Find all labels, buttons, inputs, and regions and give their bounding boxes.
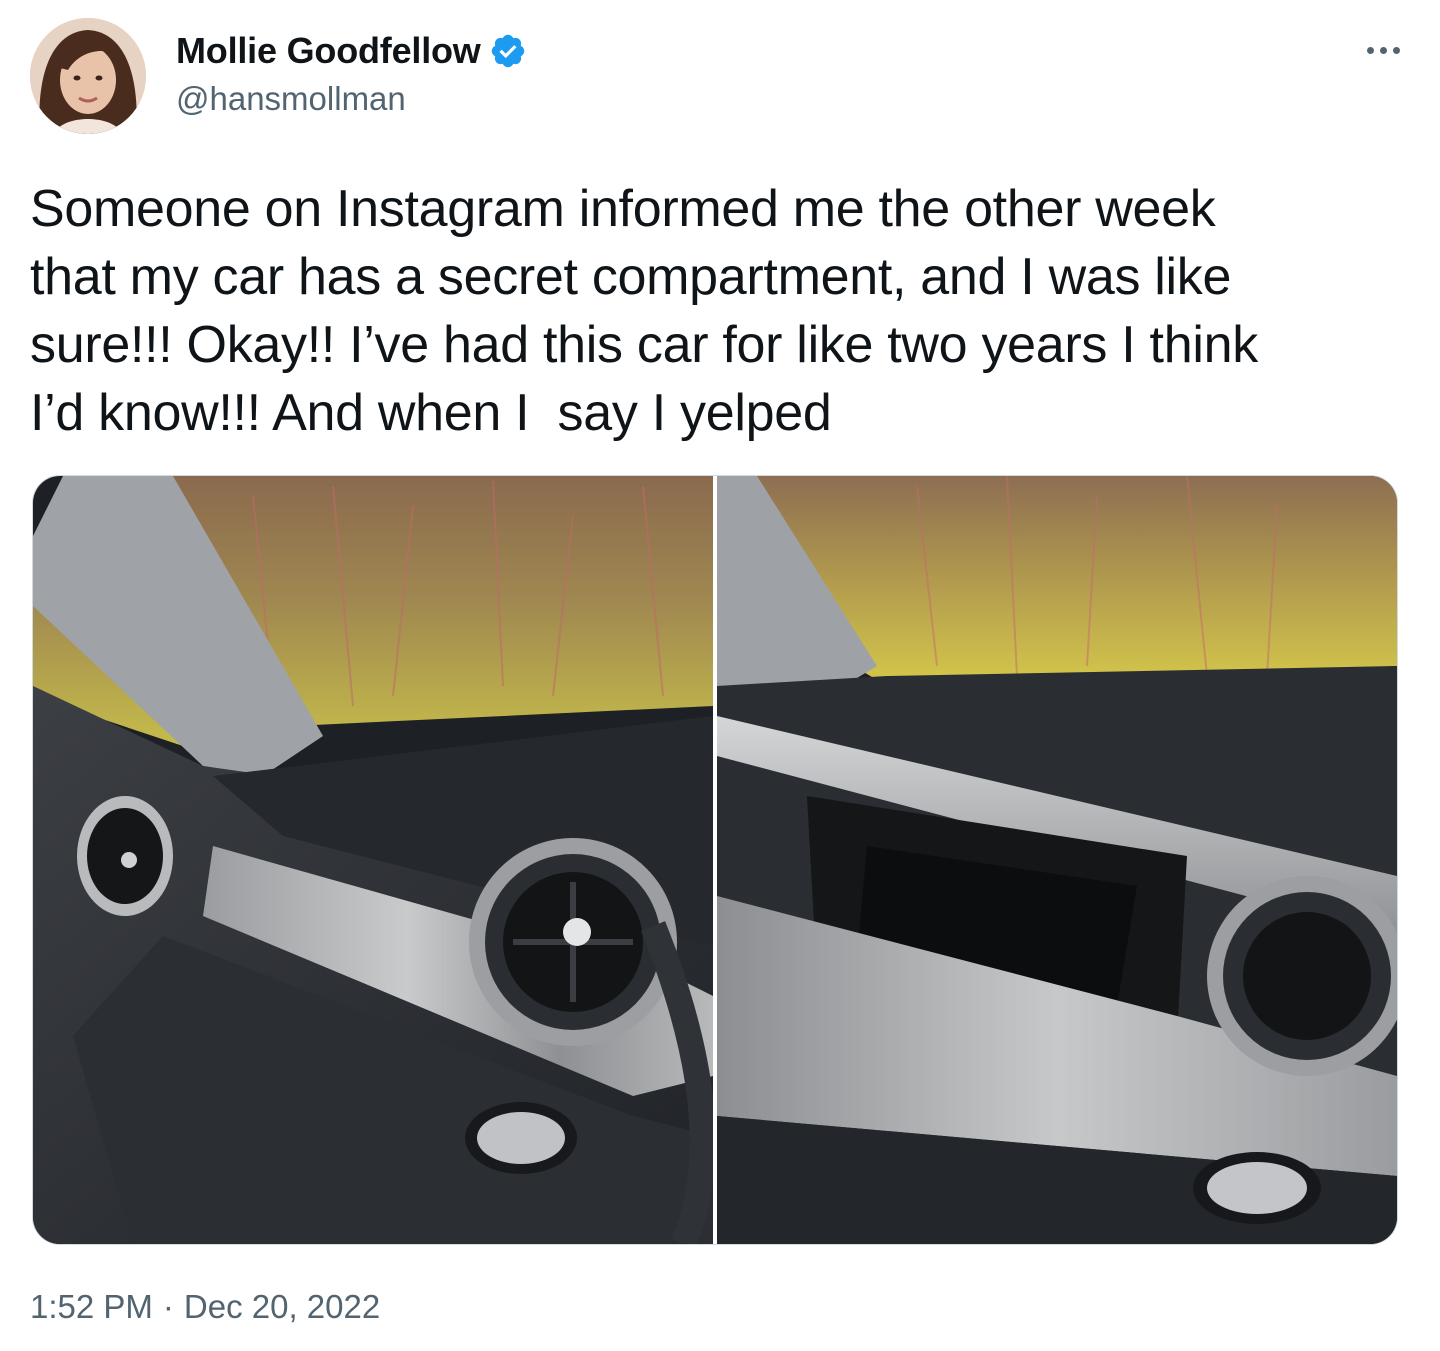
handle[interactable]: @hansmollman	[176, 80, 527, 118]
more-horizontal-icon-dot	[1392, 46, 1400, 54]
photo-dashboard-closed[interactable]	[33, 476, 713, 1244]
timestamp-time: 1:52 PM	[30, 1288, 153, 1325]
avatar[interactable]	[30, 18, 146, 134]
avatar-image	[30, 18, 146, 134]
more-options-button[interactable]	[1356, 30, 1410, 70]
tweet-header: Mollie Goodfellow @hansmollman	[30, 18, 1410, 138]
verified-badge-icon	[489, 32, 527, 70]
tweet-timestamp[interactable]: 1:52 PM · Dec 20, 2022	[30, 1288, 380, 1326]
more-horizontal-icon-dot	[1379, 46, 1387, 54]
more-horizontal-icon	[1366, 46, 1374, 54]
tweet-text: Someone on Instagram informed me the oth…	[30, 180, 1258, 442]
media-grid	[32, 475, 1398, 1245]
author-info: Mollie Goodfellow @hansmollman	[176, 28, 527, 118]
display-name[interactable]: Mollie Goodfellow	[176, 30, 481, 72]
timestamp-date: Dec 20, 2022	[183, 1288, 381, 1325]
tweet: Mollie Goodfellow @hansmollman Someone o…	[0, 0, 1440, 1351]
display-name-row: Mollie Goodfellow	[176, 28, 527, 74]
photo-dashboard-open-compartment[interactable]	[717, 476, 1397, 1244]
timestamp-separator: ·	[162, 1288, 174, 1325]
photo-left-image	[33, 476, 713, 1244]
photo-right-image	[717, 476, 1397, 1244]
